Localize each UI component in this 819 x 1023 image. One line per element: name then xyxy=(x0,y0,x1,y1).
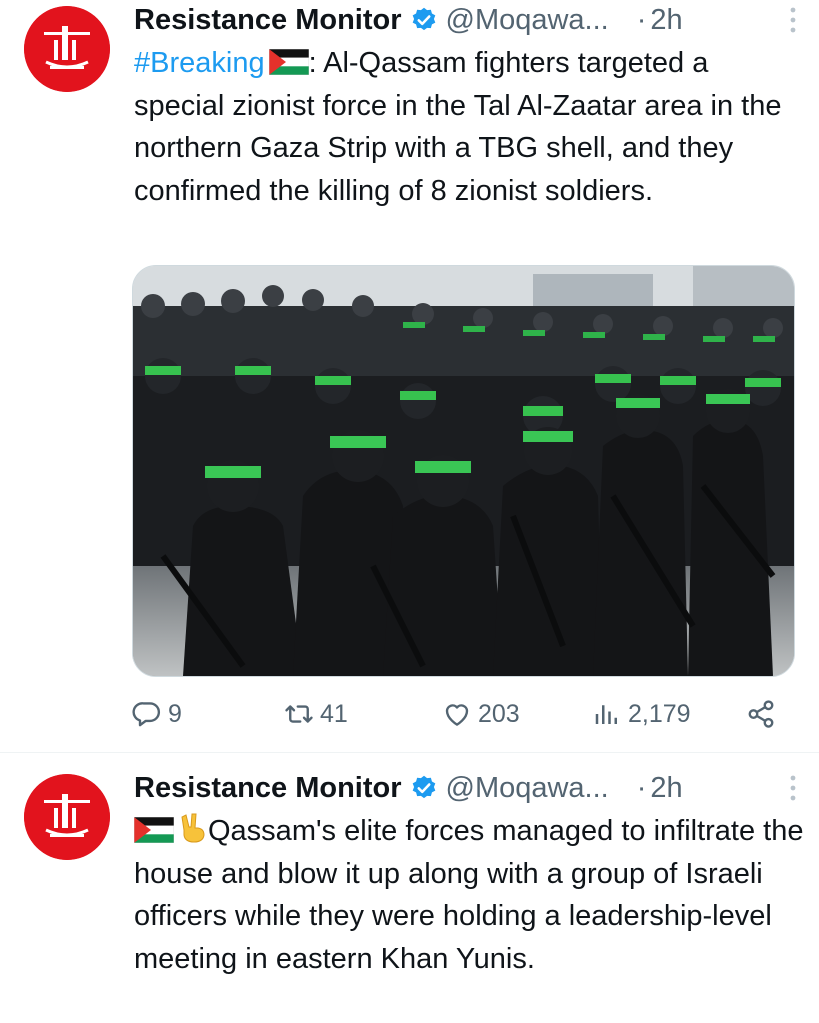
avatar[interactable] xyxy=(24,6,110,92)
tweet[interactable]: Resistance Monitor @Moqawa... · 2h Qassa… xyxy=(0,752,819,1023)
palestine-flag-icon xyxy=(268,49,309,75)
timestamp[interactable]: 2h xyxy=(650,772,682,805)
repost-icon xyxy=(285,705,313,723)
repost-button[interactable]: 41 xyxy=(284,690,348,738)
share-icon xyxy=(748,700,774,728)
tweet-text: #Breaking : Al-Qassam fighters targeted … xyxy=(134,42,804,212)
repost-count: 41 xyxy=(320,699,348,728)
views-button[interactable]: 2,179 xyxy=(592,690,691,738)
tweet-body: Qassam's elite forces managed to infiltr… xyxy=(134,815,804,975)
tweet-header: Resistance Monitor @Moqawa... · 2h xyxy=(134,768,805,808)
separator-dot: · xyxy=(636,3,647,36)
emblem-logo-icon xyxy=(24,6,110,92)
photo-armed-fighters-marching xyxy=(133,266,794,676)
hashtag-link[interactable]: #Breaking xyxy=(134,47,265,79)
tweet-header: Resistance Monitor @Moqawa... · 2h xyxy=(134,0,805,40)
reply-button[interactable]: 9 xyxy=(132,690,182,738)
tweet-photo[interactable] xyxy=(132,265,795,677)
more-options-icon[interactable] xyxy=(781,5,805,35)
like-button[interactable]: 203 xyxy=(442,690,520,738)
avatar[interactable] xyxy=(24,774,110,860)
reply-icon xyxy=(132,702,161,727)
verified-badge-icon[interactable] xyxy=(410,6,438,34)
like-count: 203 xyxy=(478,699,520,728)
tweet-text: Qassam's elite forces managed to infiltr… xyxy=(134,810,804,980)
heart-icon xyxy=(445,704,469,726)
author-handle[interactable]: @Moqawa... xyxy=(446,4,609,37)
victory-hand-icon xyxy=(178,812,208,844)
more-options-icon[interactable] xyxy=(781,773,805,803)
timeline-feed: Resistance Monitor @Moqawa... · 2h #Brea… xyxy=(0,0,819,1023)
reply-count: 9 xyxy=(168,699,182,728)
timestamp[interactable]: 2h xyxy=(650,4,682,37)
author-name[interactable]: Resistance Monitor xyxy=(134,4,402,37)
author-name[interactable]: Resistance Monitor xyxy=(134,772,402,805)
verified-badge-icon[interactable] xyxy=(410,774,438,802)
author-handle[interactable]: @Moqawa... xyxy=(446,772,609,805)
emblem-logo-icon xyxy=(24,774,110,860)
tweet-actions: 9 41 203 2,179 xyxy=(132,690,782,738)
separator-dot: · xyxy=(636,771,647,804)
views-count: 2,179 xyxy=(628,699,691,728)
share-button[interactable] xyxy=(746,690,776,738)
tweet[interactable]: Resistance Monitor @Moqawa... · 2h #Brea… xyxy=(0,0,819,752)
palestine-flag-icon xyxy=(134,817,174,843)
views-chart-icon xyxy=(595,705,617,724)
